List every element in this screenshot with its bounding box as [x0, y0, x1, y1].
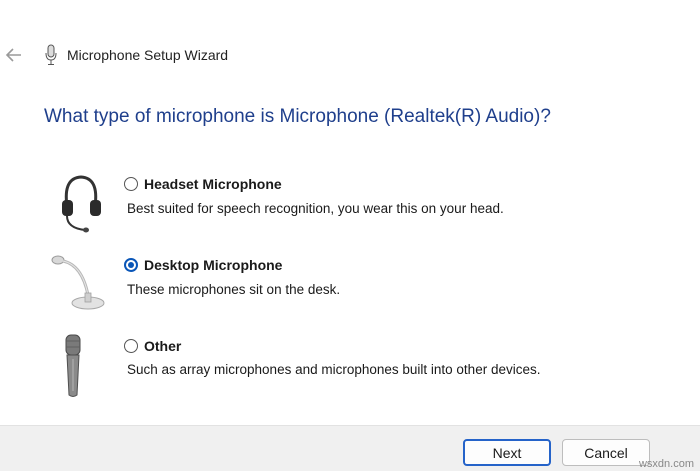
cancel-button[interactable]: Cancel: [562, 439, 650, 466]
radio-button-selected[interactable]: [124, 258, 138, 272]
option-label: Desktop Microphone: [144, 257, 283, 273]
handheld-microphone-icon: [65, 334, 81, 397]
radio-other[interactable]: Other: [124, 338, 181, 354]
page-heading: What type of microphone is Microphone (R…: [44, 106, 551, 127]
radio-button[interactable]: [124, 177, 138, 191]
option-description: These microphones sit on the desk.: [127, 282, 341, 297]
window-title: Microphone Setup Wizard: [67, 47, 229, 63]
radio-desktop[interactable]: Desktop Microphone: [124, 257, 282, 273]
radio-button[interactable]: [124, 339, 138, 353]
watermark: wsxdn.com: [638, 458, 694, 470]
back-arrow-icon[interactable]: [4, 46, 24, 64]
option-desktop: Desktop Microphone These microphones sit…: [0, 251, 700, 321]
footer-bar: Next Cancel: [0, 425, 700, 471]
option-label: Other: [144, 338, 182, 354]
next-button[interactable]: Next: [463, 439, 551, 466]
option-description: Such as array microphones and microphone…: [127, 362, 541, 377]
option-other: Other Such as array microphones and micr…: [0, 332, 700, 402]
radio-headset[interactable]: Headset Microphone: [124, 176, 282, 192]
title-bar: Microphone Setup Wizard: [0, 40, 700, 72]
desktop-microphone-icon: [51, 255, 105, 310]
option-label: Headset Microphone: [144, 176, 282, 192]
option-headset: Headset Microphone Best suited for speec…: [0, 170, 700, 240]
option-description: Best suited for speech recognition, you …: [127, 201, 504, 216]
microphone-icon: [45, 44, 57, 65]
headset-icon: [62, 175, 101, 233]
